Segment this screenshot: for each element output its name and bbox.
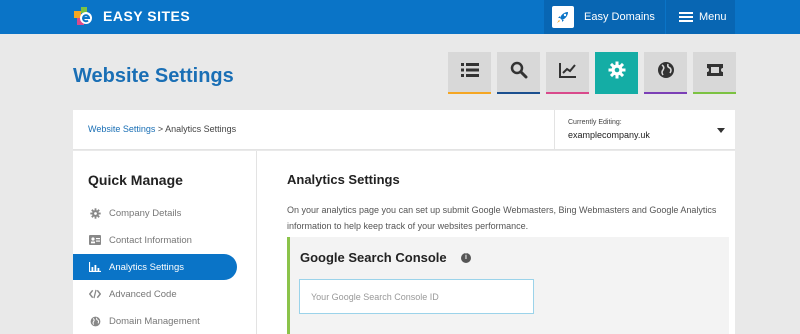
rocket-icon bbox=[552, 6, 574, 28]
breadcrumb-bar: Website Settings > Analytics Settings Cu… bbox=[73, 110, 735, 150]
section-description: On your analytics page you can set up su… bbox=[287, 205, 717, 231]
tab-analytics[interactable] bbox=[546, 52, 589, 94]
hamburger-icon bbox=[679, 12, 693, 22]
breadcrumb-separator: > bbox=[155, 124, 166, 134]
page-title: Website Settings bbox=[73, 65, 234, 87]
sidebar-item-contact-information[interactable]: Contact Information bbox=[73, 227, 237, 253]
top-bar: EASY SITES Easy Domains Menu bbox=[0, 0, 800, 34]
chevron-down-icon bbox=[717, 128, 725, 133]
brand-name: EASY SITES bbox=[103, 8, 191, 24]
info-icon[interactable]: i bbox=[461, 253, 471, 263]
globe-icon bbox=[89, 315, 101, 327]
site-selector[interactable]: Currently Editing: examplecompany.uk bbox=[554, 110, 735, 150]
gsc-title: Google Search Console bbox=[300, 250, 447, 265]
main-panel: Analytics Settings On your analytics pag… bbox=[257, 151, 735, 334]
quick-manage-sidebar: Quick Manage Company Details Contact Inf… bbox=[73, 151, 257, 334]
sidebar-item-label: Advanced Code bbox=[109, 288, 177, 300]
current-site-value: examplecompany.uk bbox=[568, 130, 650, 140]
breadcrumb: Website Settings > Analytics Settings bbox=[88, 124, 236, 134]
tab-tickets[interactable] bbox=[693, 52, 736, 94]
google-search-console-panel: Google Search Console i bbox=[287, 237, 729, 334]
section-title: Analytics Settings bbox=[287, 172, 400, 187]
easy-sites-logo[interactable]: EASY SITES bbox=[73, 5, 190, 27]
sidebar-item-label: Analytics Settings bbox=[109, 261, 184, 273]
bar-chart-icon bbox=[89, 261, 101, 273]
sidebar-item-analytics-settings[interactable]: Analytics Settings bbox=[73, 254, 237, 280]
tab-search[interactable] bbox=[497, 52, 540, 94]
sidebar-item-label: Domain Management bbox=[109, 315, 200, 327]
search-icon bbox=[510, 61, 528, 84]
sidebar-item-advanced-code[interactable]: Advanced Code bbox=[73, 281, 237, 307]
sidebar-item-company-details[interactable]: Company Details bbox=[73, 200, 237, 226]
currently-editing-label: Currently Editing: bbox=[568, 119, 622, 126]
easy-sites-logo-icon bbox=[73, 5, 95, 27]
code-icon bbox=[89, 288, 101, 300]
tab-list[interactable] bbox=[448, 52, 491, 94]
menu-label: Menu bbox=[699, 11, 727, 23]
sidebar-item-label: Company Details bbox=[109, 207, 182, 219]
easy-domains-label: Easy Domains bbox=[584, 11, 655, 23]
sidebar-title: Quick Manage bbox=[88, 172, 183, 188]
list-icon bbox=[460, 62, 479, 82]
easy-domains-button[interactable]: Easy Domains bbox=[544, 0, 665, 34]
ticket-icon bbox=[706, 63, 724, 82]
breadcrumb-link-website-settings[interactable]: Website Settings bbox=[88, 124, 155, 134]
menu-button[interactable]: Menu bbox=[665, 0, 735, 34]
contact-card-icon bbox=[89, 234, 101, 246]
sidebar-item-label: Contact Information bbox=[109, 234, 192, 246]
breadcrumb-current: Analytics Settings bbox=[165, 124, 237, 134]
sidebar-item-domain-management[interactable]: Domain Management bbox=[73, 308, 237, 334]
tab-settings[interactable] bbox=[595, 52, 638, 94]
globe-icon bbox=[657, 61, 675, 84]
gear-icon bbox=[608, 61, 626, 84]
gear-icon bbox=[89, 207, 101, 219]
chart-icon bbox=[558, 62, 577, 83]
tab-domains[interactable] bbox=[644, 52, 687, 94]
gsc-id-input[interactable] bbox=[299, 279, 534, 314]
